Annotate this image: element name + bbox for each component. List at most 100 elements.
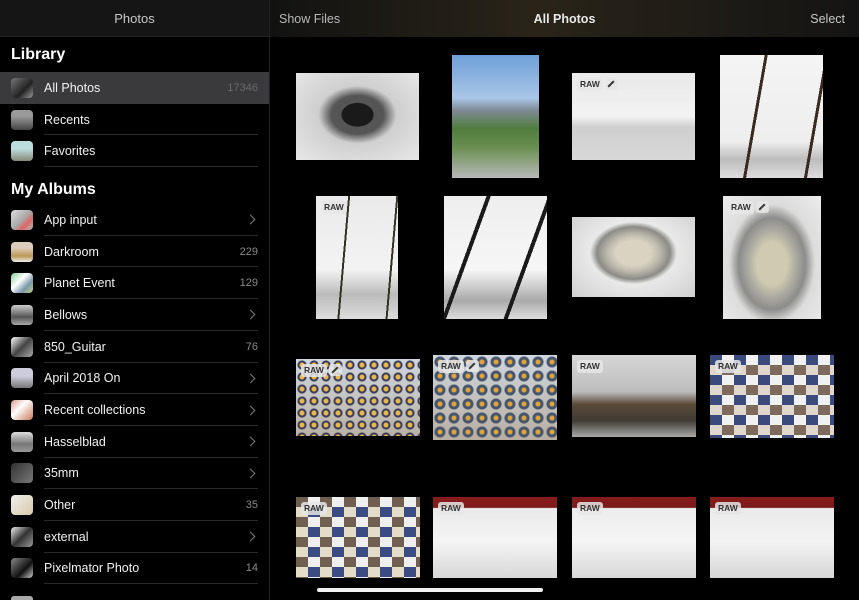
raw-badge: RAW bbox=[715, 360, 741, 373]
album-thumbnail bbox=[11, 526, 33, 547]
sidebar-item-bellows[interactable]: Bellows bbox=[0, 299, 269, 331]
photo-thumbnail[interactable]: RAW bbox=[433, 497, 557, 578]
chevron-right-icon bbox=[245, 310, 256, 320]
sidebar-item-label: Favorites bbox=[44, 144, 96, 159]
sidebar-item-hasselblad[interactable]: Hasselblad bbox=[0, 426, 269, 458]
photo-thumbnail[interactable]: RAW bbox=[296, 497, 420, 578]
raw-badge: RAW bbox=[577, 502, 603, 515]
album-thumbnail bbox=[11, 596, 33, 600]
photo-thumbnail[interactable] bbox=[452, 55, 539, 178]
sidebar-item-recents[interactable]: Recents bbox=[0, 104, 269, 136]
photo-thumbnail[interactable] bbox=[444, 196, 547, 319]
sidebar-item-label: 850_Guitar bbox=[44, 339, 106, 354]
album-thumbnail bbox=[11, 77, 33, 98]
photo-thumbnail[interactable] bbox=[296, 73, 419, 160]
sidebar-title: Photos bbox=[114, 10, 155, 26]
sidebar-item-label: Hasselblad bbox=[44, 434, 106, 449]
photo-thumbnail[interactable]: RAW bbox=[296, 359, 420, 436]
album-thumbnail bbox=[11, 558, 33, 579]
sidebar-item-label: Other bbox=[44, 498, 76, 513]
sidebar-header: Photos bbox=[0, 0, 269, 37]
raw-badge: RAW bbox=[301, 502, 327, 515]
sidebar-item-darkroom[interactable]: Darkroom 229 bbox=[0, 236, 269, 268]
album-thumbnail bbox=[11, 400, 33, 421]
album-thumbnail bbox=[11, 495, 33, 516]
sidebar-item-label: Recent collections bbox=[44, 403, 146, 418]
chevron-right-icon bbox=[245, 468, 256, 479]
sidebar-item-label: App input bbox=[44, 212, 97, 227]
photo-thumbnail[interactable]: RAW bbox=[316, 196, 398, 319]
photo-thumbnail[interactable]: RAW bbox=[723, 196, 821, 319]
album-thumbnail bbox=[11, 109, 33, 130]
photo-badges: RAW bbox=[728, 201, 769, 214]
library-section-title: Library bbox=[11, 46, 66, 63]
chevron-right-icon bbox=[245, 214, 256, 225]
album-thumbnail bbox=[11, 431, 33, 452]
sidebar: Photos Library All Photos 17346 Recents Fav… bbox=[0, 0, 270, 600]
photo-thumbnail[interactable] bbox=[720, 55, 823, 178]
item-count: 17346 bbox=[227, 81, 258, 94]
sidebar-item-favorites[interactable]: Favorites bbox=[0, 135, 269, 167]
item-count: 35 bbox=[245, 499, 258, 512]
sidebar-item-pixelmator-photo[interactable]: Pixelmator Photo 14 bbox=[0, 553, 269, 585]
raw-badge: RAW bbox=[301, 364, 327, 377]
sidebar-item-label: 35mm bbox=[44, 466, 79, 481]
photo-thumbnail[interactable]: RAW bbox=[433, 355, 557, 440]
photo-thumbnail[interactable]: RAW bbox=[572, 355, 696, 437]
pencil-icon bbox=[755, 201, 769, 213]
photo-badges: RAW bbox=[715, 502, 741, 515]
chevron-right-icon bbox=[245, 373, 256, 384]
sidebar-item-label: Pixelmator Photo bbox=[44, 561, 140, 576]
sidebar-item-planet-event[interactable]: Planet Event 129 bbox=[0, 267, 269, 299]
raw-badge: RAW bbox=[438, 360, 464, 373]
photo-badges: RAW bbox=[577, 502, 603, 515]
show-files-button[interactable]: Show Files bbox=[279, 12, 340, 26]
toolbar: Show Files All Photos Select bbox=[270, 0, 859, 37]
home-indicator[interactable] bbox=[317, 588, 543, 592]
raw-badge: RAW bbox=[321, 201, 347, 214]
sidebar-item-label: April 2018 On bbox=[44, 371, 121, 386]
photo-thumbnail[interactable]: RAW bbox=[572, 73, 695, 160]
sidebar-item-35mm[interactable]: 35mm bbox=[0, 458, 269, 490]
photo-badges: RAW bbox=[321, 201, 347, 214]
photo-thumbnail[interactable]: RAW bbox=[710, 497, 834, 578]
library-list: All Photos 17346 Recents Favorites bbox=[0, 72, 269, 167]
sidebar-item-label: external bbox=[44, 529, 89, 544]
sidebar-item-850-guitar[interactable]: 850_Guitar 76 bbox=[0, 331, 269, 363]
album-thumbnail bbox=[11, 141, 33, 162]
item-count: 229 bbox=[239, 245, 258, 258]
pencil-icon bbox=[328, 364, 342, 376]
photo-thumbnail[interactable] bbox=[572, 217, 695, 297]
raw-badge: RAW bbox=[438, 502, 464, 515]
raw-badge: RAW bbox=[577, 78, 603, 91]
photo-badges: RAW bbox=[715, 360, 741, 373]
photo-thumbnail[interactable]: RAW bbox=[572, 497, 696, 578]
raw-badge: RAW bbox=[728, 201, 754, 214]
item-count: 129 bbox=[239, 277, 258, 290]
main-panel: Show Files All Photos Select RAW RAW RAW RA… bbox=[270, 0, 859, 600]
albums-list: App input Darkroom 229 Planet Event 129 Bello… bbox=[0, 204, 269, 585]
sidebar-item-app-input[interactable]: App input bbox=[0, 204, 269, 236]
chevron-right-icon bbox=[245, 436, 256, 447]
sidebar-item-external[interactable]: external bbox=[0, 521, 269, 553]
page-title: All Photos bbox=[533, 11, 596, 26]
photo-badges: RAW bbox=[438, 360, 479, 373]
album-thumbnail bbox=[11, 273, 33, 294]
raw-badge: RAW bbox=[715, 502, 741, 515]
raw-badge: RAW bbox=[577, 360, 603, 373]
photo-badges: RAW bbox=[301, 364, 342, 377]
sidebar-item-recent-collections[interactable]: Recent collections bbox=[0, 394, 269, 426]
photo-badges: RAW bbox=[301, 502, 327, 515]
album-thumbnail bbox=[11, 463, 33, 484]
photo-badges: RAW bbox=[577, 360, 603, 373]
select-button[interactable]: Select bbox=[810, 12, 845, 26]
photo-badges: RAW bbox=[577, 78, 618, 91]
album-thumbnail bbox=[11, 209, 33, 230]
sidebar-item-all-photos[interactable]: All Photos 17346 bbox=[0, 72, 269, 104]
item-count: 76 bbox=[245, 340, 258, 353]
sidebar-item-label: Darkroom bbox=[44, 244, 99, 259]
sidebar-item-other[interactable]: Other 35 bbox=[0, 489, 269, 521]
photo-thumbnail[interactable]: RAW bbox=[710, 355, 834, 438]
sidebar-item-april-2018-on[interactable]: April 2018 On bbox=[0, 363, 269, 395]
pencil-icon bbox=[604, 78, 618, 90]
